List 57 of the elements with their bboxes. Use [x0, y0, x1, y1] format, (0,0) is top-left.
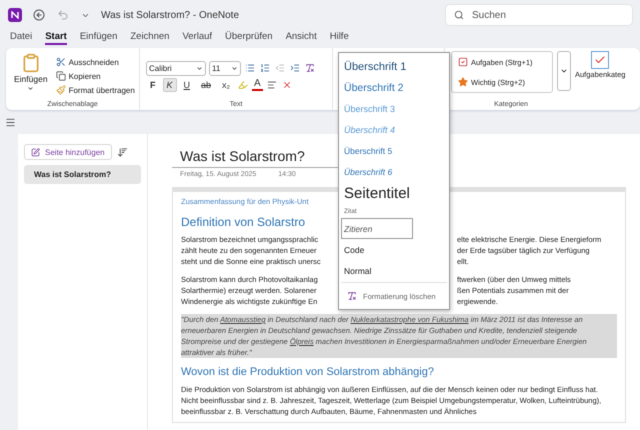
ribbon-tab[interactable]: Start: [45, 31, 67, 45]
caret-icon: [27, 85, 34, 92]
app-logo-icon: [8, 8, 22, 22]
format-button[interactable]: F: [146, 78, 160, 92]
window-title: Was ist Solarstrom? - OneNote: [101, 10, 240, 20]
numbered-list-button[interactable]: [259, 62, 271, 74]
style-option[interactable]: Zitieren: [341, 218, 413, 239]
copy-button[interactable]: Kopieren: [54, 70, 137, 82]
paintbrush-icon: [56, 85, 66, 95]
style-option[interactable]: Überschrift 2: [341, 77, 407, 98]
clipboard-icon: [20, 53, 41, 73]
style-option[interactable]: Überschrift 6: [341, 161, 396, 182]
star-icon: [458, 77, 468, 87]
format-button[interactable]: ab: [197, 78, 216, 92]
add-page-button[interactable]: Seite hinzufügen: [24, 144, 112, 160]
ribbon-tab[interactable]: Einfügen: [80, 31, 118, 45]
caret-icon: [196, 64, 203, 72]
font-color-button[interactable]: A: [252, 78, 263, 90]
font-size-dropdown[interactable]: 11: [209, 60, 241, 76]
styles-button[interactable]: [304, 62, 316, 74]
paste-button[interactable]: Einfügen: [12, 51, 50, 101]
format-button[interactable]: K: [162, 78, 177, 92]
style-option[interactable]: Überschrift 1: [341, 56, 410, 77]
font-dropdown[interactable]: Calibri: [146, 60, 206, 76]
clear-formatting-icon: [347, 291, 357, 301]
heading: Wovon ist die Produktion von Solarstrom abhängig?: [181, 366, 435, 378]
caret-icon: [560, 67, 568, 75]
ribbon-tab[interactable]: Überprüfen: [225, 31, 273, 45]
ribbon-tab[interactable]: Ansicht: [286, 31, 317, 45]
search-field[interactable]: Suchen: [446, 5, 632, 25]
copy-icon: [56, 71, 66, 81]
style-option[interactable]: Normal: [341, 260, 374, 281]
ribbon-tab[interactable]: Hilfe: [330, 31, 349, 45]
checkbox-icon: [458, 57, 468, 67]
checkbox-icon: [591, 51, 610, 69]
caret-icon: [231, 64, 238, 72]
ribbon-tab[interactable]: Datei: [10, 31, 32, 45]
edit-icon: [31, 148, 40, 156]
format-button[interactable]: U: [180, 78, 194, 92]
page-item[interactable]: Was ist Solarstrom?: [24, 165, 141, 184]
search-input[interactable]: Suchen: [470, 8, 614, 22]
indent-button[interactable]: [289, 62, 301, 74]
search-icon: [454, 10, 464, 20]
format-painter-button[interactable]: Format übertragen: [54, 84, 137, 96]
ribbon-tab[interactable]: Zeichnen: [130, 31, 170, 45]
heading: Definition von Solarstro: [181, 215, 306, 229]
style-option[interactable]: Überschrift 5: [341, 140, 396, 161]
align-button[interactable]: [266, 78, 278, 90]
close-icon: [282, 80, 292, 90]
scissors-icon: [56, 57, 66, 67]
cut-button[interactable]: Ausschneiden: [54, 56, 137, 68]
style-option[interactable]: Code: [341, 239, 368, 260]
style-option[interactable]: Seitentitel: [341, 182, 413, 204]
format-button[interactable]: x₂: [218, 78, 234, 92]
ribbon-tab[interactable]: Verlauf: [182, 31, 212, 45]
back-button[interactable]: [32, 8, 46, 22]
sort-button[interactable]: [116, 146, 129, 158]
